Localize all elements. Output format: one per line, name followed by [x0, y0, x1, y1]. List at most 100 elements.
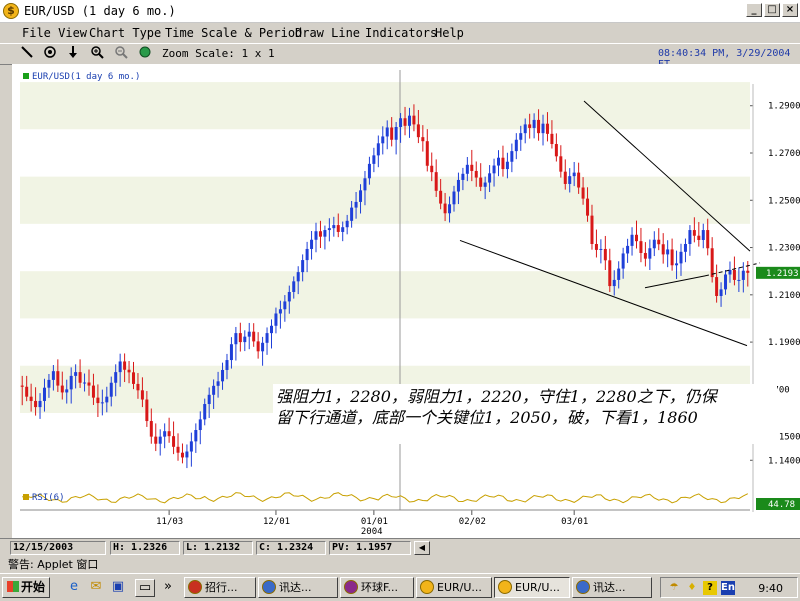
candle-body: [154, 436, 158, 444]
candle-body: [310, 239, 314, 249]
task-icon: [498, 580, 512, 594]
candle-body: [550, 133, 554, 145]
candle-body: [87, 382, 91, 386]
candle-body: [443, 203, 447, 214]
candle-body: [501, 157, 505, 170]
desktop-icon[interactable]: ▣: [110, 579, 126, 595]
candle-body: [634, 234, 638, 242]
task-button[interactable]: 环球F...: [340, 577, 414, 598]
candle-body: [581, 187, 585, 199]
candle-body: [479, 177, 483, 187]
candle-body: [590, 215, 594, 244]
candle-body: [488, 173, 492, 183]
candle-body: [537, 119, 541, 134]
candle-body: [594, 244, 598, 250]
zoom-scale-label: Zoom Scale: 1 x 1: [162, 47, 275, 60]
task-button[interactable]: 讯达...: [572, 577, 652, 598]
x-tick-label: 01/01: [361, 517, 388, 527]
chevron-icon[interactable]: »: [160, 579, 176, 595]
candle-body: [706, 230, 710, 249]
candle-body: [123, 361, 127, 370]
candle-body: [25, 386, 29, 397]
candle-body: [519, 133, 523, 140]
rsi-title: RSI(6): [23, 493, 65, 503]
candle-body: [572, 172, 576, 177]
candle-body: [194, 430, 198, 442]
candle-body: [341, 227, 345, 232]
left-arrow-icon[interactable]: ◀: [414, 541, 430, 555]
task-button[interactable]: 招行...: [184, 577, 256, 598]
chart-band: [20, 318, 750, 366]
candle-body: [719, 289, 723, 296]
candle-body: [692, 230, 696, 236]
candle-body: [577, 172, 581, 188]
start-button[interactable]: 开始: [2, 577, 50, 598]
price-chart[interactable]: 1.29001.27001.25001.23001.21001.19001700…: [12, 64, 800, 538]
candle-body: [212, 385, 216, 395]
show-desktop-icon[interactable]: ▭: [135, 579, 155, 597]
candle-body: [568, 176, 572, 184]
candle-body: [261, 342, 265, 352]
last-price-label: 1.2193: [766, 269, 799, 279]
candle-body: [180, 452, 184, 458]
candle-body: [203, 404, 207, 420]
rsi-value-label: 44.78: [768, 500, 795, 510]
menu-help[interactable]: Help: [435, 26, 464, 40]
minimize-button[interactable]: _: [746, 3, 762, 17]
task-button[interactable]: 讯达...: [258, 577, 338, 598]
task-label: 环球F...: [361, 581, 399, 594]
lang-icon[interactable]: En: [721, 581, 735, 595]
candle-body: [688, 230, 692, 244]
close-button[interactable]: ×: [782, 3, 798, 17]
chart-band: [20, 176, 750, 224]
candle-body: [643, 252, 647, 259]
candle-body: [599, 248, 603, 250]
candle-body: [47, 379, 51, 388]
crosshair-icon[interactable]: [41, 45, 59, 62]
analysis-line-1: 强阻力1，2280，弱阻力1，2220，守住1，2280之下，仍保: [276, 387, 717, 406]
ie-icon[interactable]: e: [66, 579, 82, 595]
candle-body: [617, 268, 621, 280]
candle-body: [621, 253, 625, 269]
task-button-active[interactable]: EUR/U...: [494, 577, 570, 598]
candle-body: [225, 360, 229, 370]
candle-body: [185, 451, 189, 458]
candle-body: [439, 190, 443, 204]
candle-body: [603, 248, 607, 261]
candle-body: [176, 446, 180, 453]
candle-body: [221, 369, 225, 382]
menu-bar: File View Chart Type Time Scale & Period…: [0, 23, 800, 42]
menu-indicators[interactable]: Indicators: [365, 26, 437, 40]
zoom-out-icon[interactable]: [112, 45, 130, 62]
menu-file-view[interactable]: File View: [22, 26, 87, 40]
rsi-title-text: RSI(6): [32, 493, 65, 503]
candle-body: [586, 198, 590, 216]
candle-body: [301, 260, 305, 273]
cursor-icon[interactable]: ☂: [667, 581, 681, 595]
maximize-button[interactable]: □: [764, 3, 780, 17]
chart-panel[interactable]: 1.2900 1.2700 1.2500 1.2300 1.2100 1.1900 1700…: [12, 64, 800, 538]
status-bar: 12/15/2003 H: 1.2326 L: 1.2132 C: 1.2324…: [0, 538, 800, 557]
menu-draw-line[interactable]: Draw Line: [295, 26, 360, 40]
candle-body: [497, 157, 501, 166]
bulb-icon[interactable]: ♦: [685, 581, 699, 595]
mail-icon[interactable]: ✉: [88, 579, 104, 595]
menu-chart-type[interactable]: Chart Type: [89, 26, 161, 40]
candle-body: [532, 119, 536, 128]
series-title-text: EUR/USD(1 day 6 mo.): [32, 72, 141, 82]
help-icon[interactable]: ?: [703, 581, 717, 595]
chart-band: [20, 129, 750, 177]
zoom-in-icon[interactable]: [88, 45, 106, 62]
globe-icon[interactable]: [136, 45, 154, 62]
windows-flag-icon: [7, 581, 19, 592]
task-icon: [262, 580, 276, 594]
candle-body: [60, 385, 64, 393]
candle-body: [132, 372, 136, 384]
task-button[interactable]: EUR/U...: [416, 577, 492, 598]
draw-line-icon[interactable]: [18, 45, 36, 62]
candle-body: [434, 172, 438, 191]
down-arrow-icon[interactable]: [64, 45, 82, 62]
menu-time-scale[interactable]: Time Scale & Period: [165, 26, 302, 40]
status-high: H: 1.2326: [110, 541, 180, 555]
candle-body: [724, 274, 728, 290]
